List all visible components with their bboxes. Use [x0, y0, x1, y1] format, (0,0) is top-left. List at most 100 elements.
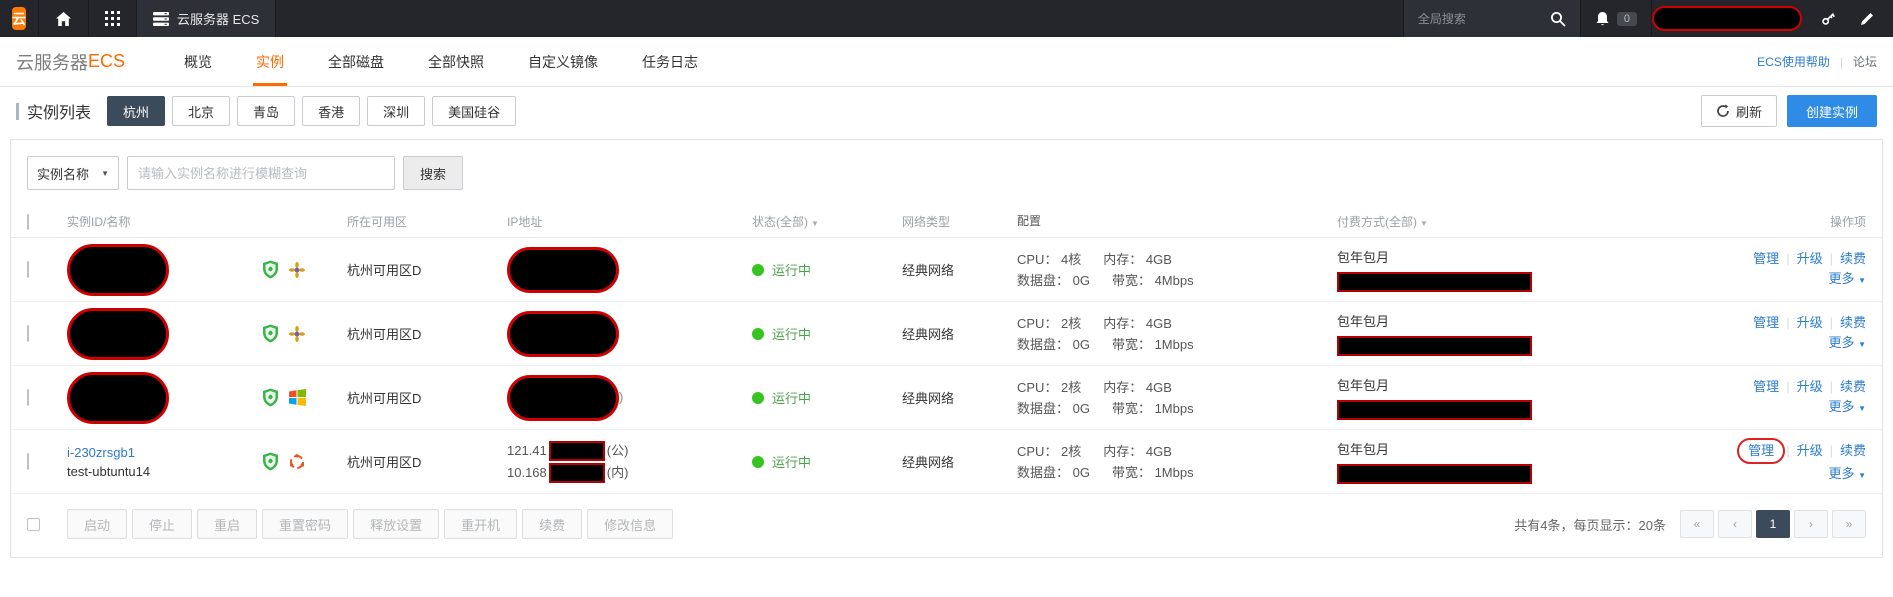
- renew-link[interactable]: 续费: [1840, 315, 1866, 330]
- page-number-button[interactable]: 1: [1756, 510, 1790, 538]
- prev-page-button[interactable]: ‹: [1718, 510, 1752, 538]
- forum-link[interactable]: 论坛: [1853, 53, 1877, 70]
- region-hangzhou[interactable]: 杭州: [107, 96, 165, 126]
- manage-link[interactable]: 管理: [1753, 251, 1779, 266]
- header-status-filter[interactable]: 状态(全部)▼: [752, 213, 902, 230]
- table-row: 杭州可用区D 运行中 经典网络 CPU： 4核内存： 4GB 数据盘： 0G带宽…: [11, 238, 1882, 302]
- region-shenzhen[interactable]: 深圳: [367, 96, 425, 126]
- home-nav-button[interactable]: [38, 0, 88, 37]
- renew-link[interactable]: 续费: [1840, 443, 1866, 458]
- payment-type: 包年包月: [1337, 311, 1667, 330]
- record-count-summary: 共有4条，每页显示：20条: [1514, 515, 1666, 534]
- instances-table: 实例ID/名称 所在可用区 IP地址 状态(全部)▼ 网络类型 配置 付费方式(…: [11, 206, 1882, 494]
- top-navbar: 云 云服务器 ECS 全局搜索: [0, 0, 1893, 37]
- table-header-row: 实例ID/名称 所在可用区 IP地址 状态(全部)▼ 网络类型 配置 付费方式(…: [11, 206, 1882, 238]
- manage-link[interactable]: 管理: [1753, 315, 1779, 330]
- header-instance-id: 实例ID/名称: [67, 213, 262, 230]
- upgrade-link[interactable]: 升级: [1797, 251, 1823, 266]
- last-page-button[interactable]: »: [1832, 510, 1866, 538]
- more-link[interactable]: 更多 ▼: [1828, 466, 1866, 481]
- region-bar: 实例列表 杭州 北京 青岛 香港 深圳 美国硅谷 刷新 创建实例: [0, 87, 1893, 135]
- upgrade-link[interactable]: 升级: [1797, 315, 1823, 330]
- ip-redaction: [549, 463, 605, 483]
- aliyun-logo[interactable]: 云: [0, 0, 38, 37]
- search-button[interactable]: 搜索: [403, 156, 463, 190]
- modify-info-button[interactable]: 修改信息: [587, 509, 673, 539]
- table-row: 杭州可用区D ) 运行中 经典网络 CPU： 2核内存： 4GB 数据盘： 0G…: [11, 366, 1882, 430]
- row-checkbox[interactable]: [27, 453, 29, 470]
- tab-snapshots[interactable]: 全部快照: [428, 37, 484, 86]
- renew-button[interactable]: 续费: [522, 509, 582, 539]
- create-instance-button[interactable]: 创建实例: [1787, 95, 1877, 127]
- pagination: « ‹ 1 › »: [1680, 510, 1866, 538]
- ip-redaction: [549, 441, 605, 461]
- global-search-box[interactable]: 全局搜索: [1403, 0, 1581, 37]
- expiry-date-redaction: [1337, 400, 1532, 420]
- payment-type: 包年包月: [1337, 247, 1667, 266]
- subnav-tabs: 概览 实例 全部磁盘 全部快照 自定义镜像 任务日志: [184, 37, 698, 86]
- renew-link[interactable]: 续费: [1840, 251, 1866, 266]
- filter-field-select[interactable]: 实例名称 ▼: [27, 156, 119, 190]
- select-all-checkbox[interactable]: [27, 214, 29, 230]
- table-footer: 启动 停止 重启 重置密码 释放设置 重开机 续费 修改信息 共有4条，每页显示…: [11, 494, 1882, 557]
- header-actions: 操作项: [1667, 212, 1866, 232]
- home-icon: [55, 11, 72, 27]
- renew-link[interactable]: 续费: [1840, 379, 1866, 394]
- tab-task-logs[interactable]: 任务日志: [642, 37, 698, 86]
- region-beijing[interactable]: 北京: [172, 96, 230, 126]
- row-checkbox[interactable]: [27, 325, 29, 342]
- reboot-button[interactable]: 重开机: [444, 509, 517, 539]
- more-link[interactable]: 更多 ▼: [1828, 335, 1866, 350]
- region-qingdao[interactable]: 青岛: [237, 96, 295, 126]
- upgrade-link[interactable]: 升级: [1797, 443, 1823, 458]
- chevron-down-icon: ▼: [1858, 276, 1866, 285]
- tab-disks[interactable]: 全部磁盘: [328, 37, 384, 86]
- region-us-west[interactable]: 美国硅谷: [432, 96, 516, 126]
- start-button[interactable]: 启动: [67, 509, 127, 539]
- footer-select-all-checkbox[interactable]: [27, 518, 40, 531]
- chevron-down-icon: ▼: [1858, 471, 1866, 480]
- expiry-date-redaction: [1337, 464, 1532, 484]
- instance-id-redaction: [67, 372, 169, 424]
- pencil-icon[interactable]: [1859, 11, 1875, 27]
- product-subnav: 云服务器ECS 概览 实例 全部磁盘 全部快照 自定义镜像 任务日志 ECS使用…: [0, 37, 1893, 87]
- tab-custom-images[interactable]: 自定义镜像: [528, 37, 598, 86]
- shield-icon: [262, 388, 279, 407]
- release-settings-button[interactable]: 释放设置: [353, 509, 439, 539]
- manage-link[interactable]: 管理: [1748, 443, 1774, 458]
- tab-overview[interactable]: 概览: [184, 37, 212, 86]
- manage-link[interactable]: 管理: [1753, 379, 1779, 394]
- stop-button[interactable]: 停止: [132, 509, 192, 539]
- products-grid-button[interactable]: [88, 0, 136, 37]
- account-name-redaction: [1652, 6, 1802, 31]
- refresh-button[interactable]: 刷新: [1701, 95, 1777, 127]
- region-hongkong[interactable]: 香港: [302, 96, 360, 126]
- payment-type: 包年包月: [1337, 439, 1667, 458]
- cloud-logo-icon: 云: [12, 7, 26, 30]
- header-zone: 所在可用区: [347, 213, 507, 230]
- reset-password-button[interactable]: 重置密码: [262, 509, 348, 539]
- global-search-placeholder: 全局搜索: [1418, 10, 1466, 27]
- ecs-help-link[interactable]: ECS使用帮助: [1757, 53, 1830, 70]
- instance-list-card: 实例名称 ▼ 搜索 实例ID/名称 所在可用区 IP地址 状态(全部)▼ 网络类…: [10, 139, 1883, 558]
- product-menu-label: 云服务器 ECS: [177, 9, 259, 28]
- restart-button[interactable]: 重启: [197, 509, 257, 539]
- key-icon[interactable]: [1820, 10, 1837, 27]
- region-bar-actions: 刷新 创建实例: [1701, 95, 1877, 127]
- next-page-button[interactable]: ›: [1794, 510, 1828, 538]
- row-checkbox[interactable]: [27, 389, 29, 406]
- row-checkbox[interactable]: [27, 261, 29, 278]
- current-product-menu[interactable]: 云服务器 ECS: [136, 0, 276, 37]
- tab-instances[interactable]: 实例: [256, 37, 284, 86]
- upgrade-link[interactable]: 升级: [1797, 379, 1823, 394]
- first-page-button[interactable]: «: [1680, 510, 1714, 538]
- more-link[interactable]: 更多 ▼: [1828, 271, 1866, 286]
- table-row: 杭州可用区D 运行中 经典网络 CPU： 2核内存： 4GB 数据盘： 0G带宽…: [11, 302, 1882, 366]
- instance-id-link[interactable]: i-230zrsgb1: [67, 445, 262, 460]
- notifications-button[interactable]: 0: [1581, 0, 1652, 37]
- notification-count-badge: 0: [1617, 12, 1637, 26]
- manage-link-highlight-circle: 管理: [1737, 438, 1785, 464]
- header-payment-filter[interactable]: 付费方式(全部)▼: [1337, 213, 1667, 230]
- more-link[interactable]: 更多 ▼: [1828, 399, 1866, 414]
- instance-name-search-input[interactable]: [127, 156, 395, 190]
